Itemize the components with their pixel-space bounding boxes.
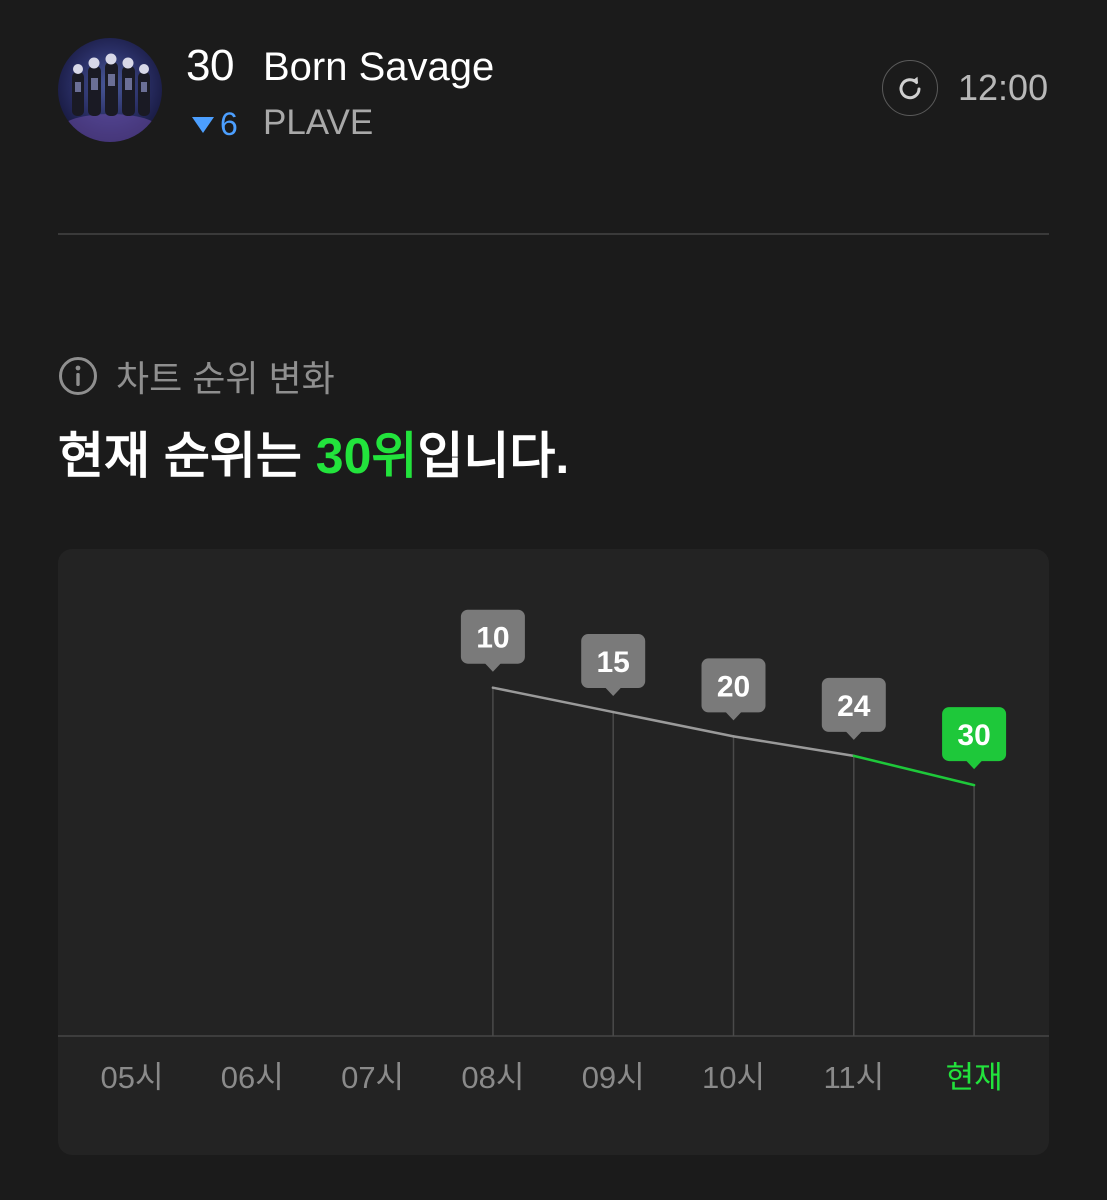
rank-change: 6 bbox=[192, 104, 238, 144]
chart-point-marker-tail bbox=[845, 731, 862, 740]
chart-x-tick-label[interactable]: 05시 bbox=[100, 1060, 163, 1095]
info-icon bbox=[59, 357, 97, 395]
headline-rank: 30위 bbox=[315, 428, 418, 484]
refresh-button[interactable] bbox=[882, 60, 938, 116]
album-art[interactable] bbox=[58, 38, 162, 142]
song-title[interactable]: Born Savage bbox=[263, 42, 494, 92]
chart-x-tick-label[interactable]: 10시 bbox=[702, 1060, 765, 1095]
rank-down-arrow-icon bbox=[192, 117, 214, 133]
song-header: 30 Born Savage 6 PLAVE 12:00 bbox=[58, 38, 1049, 142]
refresh-icon bbox=[899, 76, 921, 100]
header-divider bbox=[58, 233, 1049, 235]
chart-x-tick-label[interactable]: 07시 bbox=[341, 1060, 404, 1095]
current-rank-headline: 현재 순위는 30위입니다. bbox=[58, 424, 569, 488]
rank-chart-svg: 10 15 20 24 30 05시 06시 07시 08시 09시 10시 11시 현재 bbox=[58, 609, 1049, 1095]
song-rank: 30 bbox=[186, 41, 234, 90]
chart-point-marker-tail bbox=[966, 760, 983, 770]
chart-line-segment bbox=[491, 686, 615, 714]
chart-data-label: 20 bbox=[717, 670, 750, 703]
chart-data-label: 24 bbox=[837, 690, 871, 723]
chart-line-segment bbox=[732, 735, 856, 758]
chart-x-tick-label[interactable]: 09시 bbox=[582, 1060, 645, 1095]
update-time: 12:00 bbox=[958, 67, 1049, 108]
chart-data-label: 10 bbox=[476, 622, 509, 655]
chart-point-marker-tail bbox=[725, 711, 742, 721]
headline-suffix: 입니다. bbox=[417, 428, 570, 484]
chart-data-label: 15 bbox=[597, 646, 630, 679]
artist-name[interactable]: PLAVE bbox=[263, 100, 373, 146]
chart-x-tick-label[interactable]: 06시 bbox=[221, 1060, 284, 1095]
section-title: 차트 순위 변화 bbox=[116, 358, 335, 399]
section-label[interactable]: 차트 순위 변화 bbox=[58, 352, 335, 400]
chart-x-tick-label[interactable]: 08시 bbox=[461, 1060, 524, 1095]
album-art-image bbox=[58, 38, 162, 142]
rank-chart: 10 15 20 24 30 05시 06시 07시 08시 09시 10시 11시 현재 bbox=[58, 549, 1049, 1155]
rank-change-value: 6 bbox=[220, 105, 238, 142]
chart-data-label: 30 bbox=[957, 719, 990, 752]
chart-x-tick-label[interactable]: 현재 bbox=[946, 1060, 1003, 1095]
headline-prefix: 현재 순위는 bbox=[58, 428, 316, 484]
chart-x-tick-label[interactable]: 11시 bbox=[823, 1060, 884, 1095]
chart-point-marker-tail bbox=[605, 687, 622, 697]
chart-line-segment bbox=[611, 710, 735, 738]
chart-point-marker-tail bbox=[484, 663, 501, 672]
